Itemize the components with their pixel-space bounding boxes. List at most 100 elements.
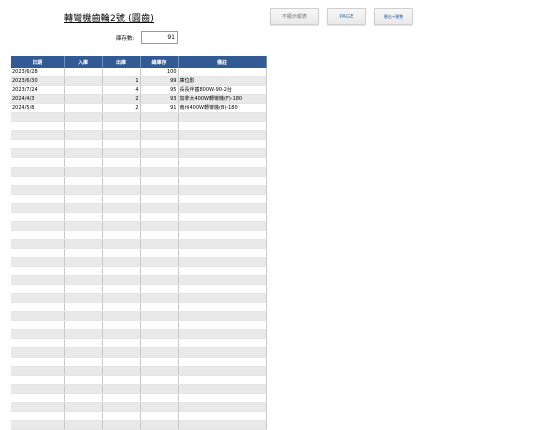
cell-date[interactable]: 2024/4/3 xyxy=(11,94,65,105)
cell-out[interactable] xyxy=(102,121,141,132)
cell-out[interactable] xyxy=(102,366,141,376)
table-row[interactable] xyxy=(11,393,267,403)
table-row[interactable]: 2023/6/30 1 99 庫位影 xyxy=(11,76,267,87)
cell-out[interactable]: 2 xyxy=(102,103,141,114)
cell-in[interactable] xyxy=(64,176,103,186)
cell-in[interactable] xyxy=(64,275,103,286)
cell-out[interactable] xyxy=(102,221,141,231)
cell-date[interactable] xyxy=(11,338,65,349)
cell-in[interactable] xyxy=(64,420,103,430)
cell-note[interactable] xyxy=(178,311,267,322)
cell-out[interactable] xyxy=(102,139,141,150)
cell-in[interactable] xyxy=(64,329,103,340)
cell-in[interactable] xyxy=(64,320,103,331)
cell-date[interactable] xyxy=(11,230,65,240)
cell-note[interactable] xyxy=(178,284,267,295)
table-row[interactable] xyxy=(11,176,267,186)
page-button[interactable]: PAGE xyxy=(327,8,366,25)
cell-in[interactable] xyxy=(64,347,103,358)
cell-in[interactable] xyxy=(64,157,103,168)
cell-out[interactable] xyxy=(102,68,141,78)
cell-total[interactable] xyxy=(140,338,179,349)
cell-total[interactable] xyxy=(140,329,179,340)
cell-date[interactable]: 2023/7/24 xyxy=(11,85,65,96)
cell-total[interactable]: 99 xyxy=(140,76,179,87)
cell-date[interactable] xyxy=(11,375,65,385)
cell-out[interactable] xyxy=(102,212,141,222)
cell-total[interactable] xyxy=(140,130,179,141)
cell-in[interactable] xyxy=(64,194,103,204)
cell-total[interactable] xyxy=(140,176,179,186)
cell-total[interactable] xyxy=(140,248,179,258)
cell-note[interactable] xyxy=(178,121,267,132)
cell-total[interactable] xyxy=(140,266,179,277)
table-row[interactable] xyxy=(11,329,267,340)
cell-out[interactable] xyxy=(102,320,141,331)
cell-note[interactable] xyxy=(178,230,267,240)
cell-out[interactable] xyxy=(102,293,141,304)
table-row[interactable] xyxy=(11,320,267,331)
cell-out[interactable] xyxy=(102,284,141,295)
cell-note[interactable]: 庫位影 xyxy=(178,76,267,87)
cell-date[interactable] xyxy=(11,148,65,159)
cell-in[interactable] xyxy=(64,257,103,268)
cell-in[interactable] xyxy=(64,248,103,258)
cell-date[interactable] xyxy=(11,130,65,141)
cell-date[interactable] xyxy=(11,167,65,177)
cell-in[interactable] xyxy=(64,411,103,421)
cell-total[interactable] xyxy=(140,221,179,231)
cell-date[interactable] xyxy=(11,393,65,403)
cell-in[interactable] xyxy=(64,167,103,177)
table-row[interactable]: 2023/7/24 4 95 長長伴齒800W-90-2台 xyxy=(11,85,267,96)
cell-note[interactable] xyxy=(178,221,267,231)
table-row[interactable] xyxy=(11,375,267,385)
cell-date[interactable] xyxy=(11,329,65,340)
table-row[interactable] xyxy=(11,302,267,313)
cell-date[interactable] xyxy=(11,185,65,195)
cell-out[interactable] xyxy=(102,411,141,421)
cell-date[interactable] xyxy=(11,121,65,132)
cell-in[interactable] xyxy=(64,103,103,114)
table-row[interactable] xyxy=(11,248,267,258)
cell-note[interactable] xyxy=(178,384,267,394)
table-row[interactable] xyxy=(11,230,267,240)
cell-total[interactable] xyxy=(140,311,179,322)
cell-total[interactable] xyxy=(140,302,179,313)
cell-out[interactable]: 2 xyxy=(102,94,141,105)
cell-in[interactable] xyxy=(64,94,103,105)
cell-total[interactable] xyxy=(140,257,179,268)
cell-date[interactable] xyxy=(11,411,65,421)
cell-date[interactable]: 2023/6/28 xyxy=(11,68,65,78)
cell-note[interactable] xyxy=(178,139,267,150)
cell-total[interactable] xyxy=(140,194,179,204)
cell-in[interactable] xyxy=(64,221,103,231)
table-row[interactable] xyxy=(11,212,267,222)
table-row[interactable]: 2024/4/3 2 93 加拿大400W轉彎機(F)-180 xyxy=(11,94,267,105)
cell-total[interactable]: 91 xyxy=(140,103,179,114)
table-row[interactable] xyxy=(11,275,267,286)
cell-out[interactable] xyxy=(102,157,141,168)
cell-in[interactable] xyxy=(64,130,103,141)
cell-in[interactable] xyxy=(64,357,103,367)
cell-out[interactable] xyxy=(102,248,141,258)
cell-note[interactable] xyxy=(178,148,267,159)
cell-note[interactable] xyxy=(178,239,267,249)
cell-out[interactable] xyxy=(102,266,141,277)
table-row[interactable] xyxy=(11,221,267,231)
cell-date[interactable] xyxy=(11,366,65,376)
table-row[interactable]: 2023/6/28 100 xyxy=(11,68,267,78)
cell-note[interactable] xyxy=(178,357,267,367)
cell-total[interactable] xyxy=(140,366,179,376)
cell-date[interactable] xyxy=(11,221,65,231)
table-row[interactable] xyxy=(11,185,267,195)
cell-note[interactable] xyxy=(178,393,267,403)
table-row[interactable] xyxy=(11,121,267,132)
cell-out[interactable] xyxy=(102,357,141,367)
cell-out[interactable] xyxy=(102,275,141,286)
cell-note[interactable] xyxy=(178,257,267,268)
cell-out[interactable] xyxy=(102,393,141,403)
table-row[interactable] xyxy=(11,338,267,349)
cell-date[interactable] xyxy=(11,212,65,222)
cell-date[interactable] xyxy=(11,402,65,412)
cell-total[interactable] xyxy=(140,148,179,159)
